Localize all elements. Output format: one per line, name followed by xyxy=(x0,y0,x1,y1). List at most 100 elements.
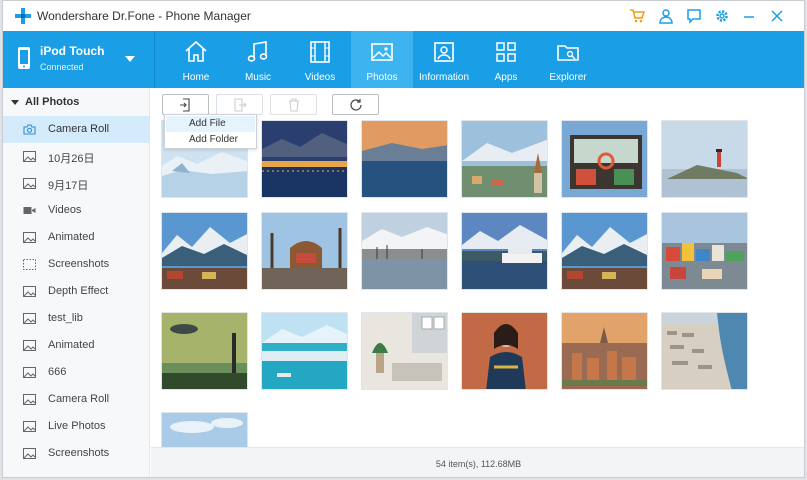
contact-card-icon xyxy=(434,42,454,62)
sidebar-item-label: Live Photos xyxy=(48,420,106,432)
tab-label: Photos xyxy=(366,72,398,83)
sidebar-item-label: 9月17日 xyxy=(48,180,89,192)
delete-button[interactable] xyxy=(270,94,317,115)
sidebar-item-label: Animated xyxy=(48,339,95,351)
tab-label: Explorer xyxy=(549,72,587,83)
minimize-icon[interactable] xyxy=(739,6,759,26)
photo-thumbnail[interactable] xyxy=(161,212,248,290)
photo-thumbnail[interactable] xyxy=(561,312,648,390)
photo-thumbnail[interactable] xyxy=(461,212,548,290)
home-icon xyxy=(185,40,207,62)
tab-home[interactable]: Home xyxy=(165,31,227,88)
device-name: iPod Touch xyxy=(40,44,105,58)
sidebar-item-label: Animated xyxy=(48,231,95,243)
sidebar-item-label: Screenshots xyxy=(48,447,110,459)
chevron-down-icon[interactable] xyxy=(11,99,19,105)
add-button[interactable] xyxy=(162,94,209,115)
main-nav: iPod Touch Connected Home Music Videos P… xyxy=(3,31,804,88)
export-icon xyxy=(233,97,247,112)
export-button[interactable] xyxy=(216,94,263,115)
image-icon xyxy=(23,448,36,459)
sidebar-item-test-lib[interactable]: test_lib xyxy=(3,305,149,332)
photo-icon xyxy=(371,43,393,61)
phone-icon xyxy=(18,47,30,69)
tab-explorer[interactable]: Explorer xyxy=(537,31,599,88)
tab-videos[interactable]: Videos xyxy=(289,31,351,88)
trash-icon xyxy=(288,97,299,112)
image-icon xyxy=(23,178,36,189)
tab-information[interactable]: Information xyxy=(413,31,475,88)
photo-thumbnail[interactable] xyxy=(461,312,548,390)
image-icon xyxy=(23,313,36,324)
tab-label: Information xyxy=(418,72,470,83)
tab-label: Apps xyxy=(494,72,518,83)
tab-label: Home xyxy=(182,72,210,83)
sidebar-item-label: test_lib xyxy=(48,312,83,324)
sidebar-item-label: Videos xyxy=(48,204,82,216)
sidebar-item-animated-2[interactable]: Animated xyxy=(3,332,149,359)
add-icon xyxy=(179,97,190,112)
sidebar-item-animated[interactable]: Animated xyxy=(3,224,149,251)
sidebar-item-videos[interactable]: Videos xyxy=(3,197,149,224)
sidebar-header-all-photos[interactable]: All Photos xyxy=(3,88,149,116)
photo-thumbnail[interactable] xyxy=(361,120,448,198)
gear-icon[interactable] xyxy=(712,6,732,26)
photo-thumbnail[interactable] xyxy=(161,412,248,447)
title-bar: Wondershare Dr.Fone - Phone Manager xyxy=(3,1,804,31)
sidebar-item-depth-effect[interactable]: Depth Effect xyxy=(3,278,149,305)
photo-thumbnail[interactable] xyxy=(661,120,748,198)
photo-thumbnail[interactable] xyxy=(561,120,648,198)
sidebar-item-live-photos[interactable]: Live Photos xyxy=(3,413,149,440)
chevron-down-icon[interactable] xyxy=(125,56,135,62)
divider xyxy=(154,31,155,88)
sidebar-item-sep-17[interactable]: 9月17日 xyxy=(3,170,149,197)
sidebar-header-label: All Photos xyxy=(25,96,80,108)
menu-item-add-file[interactable]: Add File xyxy=(166,116,255,132)
photo-thumbnail[interactable] xyxy=(261,212,348,290)
photo-thumbnail[interactable] xyxy=(161,312,248,390)
photo-thumbnail[interactable] xyxy=(261,312,348,390)
tab-music[interactable]: Music xyxy=(227,31,289,88)
tab-photos[interactable]: Photos xyxy=(351,31,413,88)
photo-thumbnail[interactable] xyxy=(461,120,548,198)
sidebar-item-oct-26[interactable]: 10月26日 xyxy=(3,143,149,170)
sidebar-item-screenshots-2[interactable]: Screenshots xyxy=(3,440,149,467)
sidebar-item-camera-roll-2[interactable]: Camera Roll xyxy=(3,386,149,413)
sidebar-item-label: Screenshots xyxy=(48,258,110,270)
sidebar-item-666[interactable]: 666 xyxy=(3,359,149,386)
image-icon xyxy=(23,232,36,243)
photo-thumbnail[interactable] xyxy=(361,312,448,390)
tab-apps[interactable]: Apps xyxy=(475,31,537,88)
photo-thumbnail[interactable] xyxy=(361,212,448,290)
feedback-icon[interactable] xyxy=(684,6,704,26)
drfone-logo xyxy=(15,8,31,24)
sidebar-item-screenshots[interactable]: Screenshots xyxy=(3,251,149,278)
sidebar: All Photos Camera Roll 10月26日 9月17日 Vide… xyxy=(3,88,150,477)
device-selector[interactable]: iPod Touch Connected xyxy=(3,31,154,88)
photo-thumbnail[interactable] xyxy=(661,212,748,290)
cart-icon[interactable] xyxy=(627,6,647,26)
music-icon xyxy=(247,41,268,62)
menu-item-add-folder[interactable]: Add Folder xyxy=(166,132,255,148)
apps-grid-icon xyxy=(496,42,516,62)
device-status: Connected xyxy=(40,62,84,72)
close-icon[interactable] xyxy=(767,6,787,26)
photo-thumbnail[interactable] xyxy=(661,312,748,390)
image-icon xyxy=(23,367,36,378)
image-icon xyxy=(23,421,36,432)
sidebar-item-label: Depth Effect xyxy=(48,285,109,297)
refresh-button[interactable] xyxy=(332,94,379,115)
image-icon xyxy=(23,286,36,297)
app-title: Wondershare Dr.Fone - Phone Manager xyxy=(37,9,251,23)
sidebar-item-label: Camera Roll xyxy=(48,123,110,135)
account-icon[interactable] xyxy=(656,6,676,26)
sidebar-item-label: 666 xyxy=(48,366,67,378)
image-icon xyxy=(23,151,36,162)
image-icon xyxy=(23,394,36,405)
photo-thumbnail[interactable] xyxy=(561,212,648,290)
screenshot-icon xyxy=(23,259,36,270)
sidebar-item-camera-roll[interactable]: Camera Roll xyxy=(3,116,149,143)
folder-icon xyxy=(557,45,579,61)
photo-thumbnail[interactable] xyxy=(261,120,348,198)
status-bar: 54 item(s), 112.68MB xyxy=(151,447,804,477)
